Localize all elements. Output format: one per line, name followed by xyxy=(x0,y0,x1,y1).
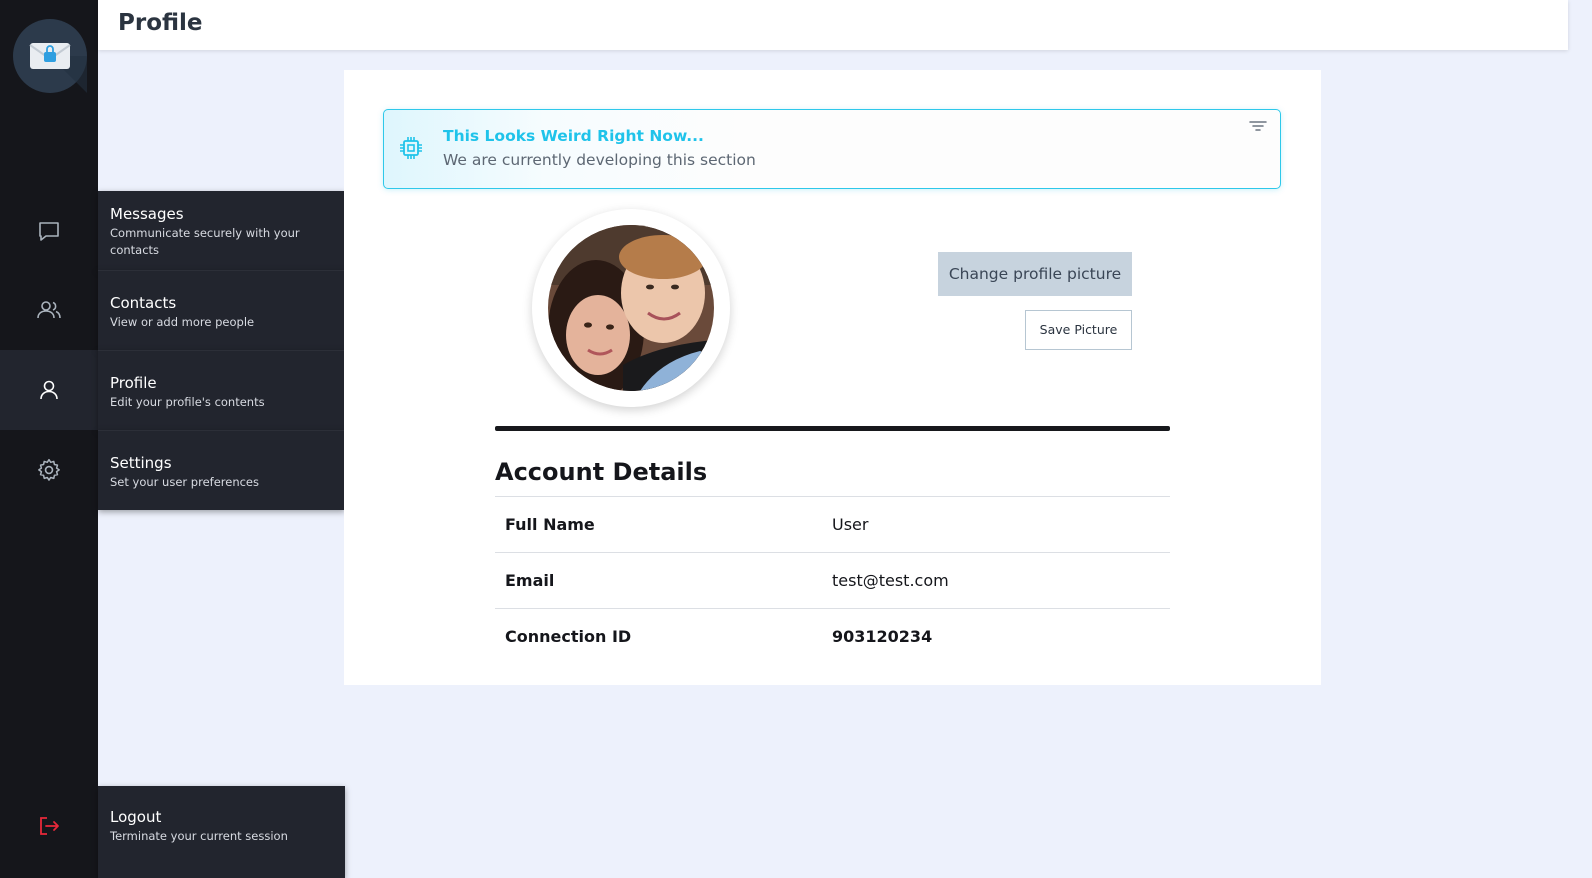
nav-contacts-icon-button[interactable] xyxy=(0,270,98,350)
nav-logout-title: Logout xyxy=(110,808,162,826)
connection-id-label: Connection ID xyxy=(505,627,632,646)
top-bar: Profile xyxy=(98,0,1568,50)
gear-icon xyxy=(38,458,60,481)
nav-contacts-title: Contacts xyxy=(110,294,177,312)
nav-logout-icon-button[interactable] xyxy=(0,786,98,866)
filter-icon[interactable] xyxy=(1248,119,1268,133)
table-row: Connection ID 903120234 xyxy=(495,608,1170,664)
nav-messages-icon-button[interactable] xyxy=(0,191,98,271)
nav-messages[interactable]: Messages Communicate securely with your … xyxy=(98,191,345,270)
notice-text: We are currently developing this section xyxy=(443,151,756,169)
dev-notice: This Looks Weird Right Now... We are cur… xyxy=(383,109,1281,189)
avatar-photo xyxy=(548,225,714,391)
table-row: Email test@test.com xyxy=(495,552,1170,608)
change-profile-picture-button[interactable]: Change profile picture xyxy=(938,252,1132,296)
profile-card: This Looks Weird Right Now... We are cur… xyxy=(344,70,1321,685)
avatar xyxy=(548,225,714,391)
notice-title: This Looks Weird Right Now... xyxy=(443,127,704,145)
mail-lock-icon xyxy=(29,43,87,93)
account-details-heading: Account Details xyxy=(495,458,708,486)
nav-settings[interactable]: Settings Set your user preferences xyxy=(98,430,345,510)
cpu-icon xyxy=(400,137,422,159)
contacts-icon xyxy=(37,301,61,319)
nav-logout[interactable]: Logout Terminate your current session xyxy=(98,786,345,878)
nav-profile[interactable]: Profile Edit your profile's contents xyxy=(98,350,345,430)
full-name-value: User xyxy=(832,515,869,534)
app-logo[interactable] xyxy=(13,19,87,93)
nav-messages-desc: Communicate securely with your contacts xyxy=(110,226,300,257)
nav-contacts[interactable]: Contacts View or add more people xyxy=(98,270,345,350)
account-details-table: Full Name User Email test@test.com Conne… xyxy=(495,496,1170,664)
table-row: Full Name User xyxy=(495,496,1170,552)
page-title: Profile xyxy=(118,10,203,36)
nav-settings-icon-button[interactable] xyxy=(0,430,98,510)
connection-id-value: 903120234 xyxy=(832,627,933,646)
nav-messages-title: Messages xyxy=(110,205,184,223)
chat-icon xyxy=(39,222,59,241)
logout-icon xyxy=(40,817,59,835)
avatar-frame xyxy=(532,209,730,407)
section-divider xyxy=(495,426,1170,431)
nav-logout-desc: Terminate your current session xyxy=(110,829,288,843)
sidebar-rail xyxy=(0,0,98,878)
nav-profile-icon-button[interactable] xyxy=(0,350,98,430)
email-value: test@test.com xyxy=(832,571,949,590)
save-picture-button[interactable]: Save Picture xyxy=(1025,310,1132,350)
full-name-label: Full Name xyxy=(505,515,595,534)
nav-settings-desc: Set your user preferences xyxy=(110,475,259,489)
nav-profile-desc: Edit your profile's contents xyxy=(110,395,265,409)
nav-settings-title: Settings xyxy=(110,454,172,472)
email-label: Email xyxy=(505,571,555,590)
user-icon xyxy=(40,380,58,400)
nav-contacts-desc: View or add more people xyxy=(110,315,255,329)
nav-profile-title: Profile xyxy=(110,374,157,392)
